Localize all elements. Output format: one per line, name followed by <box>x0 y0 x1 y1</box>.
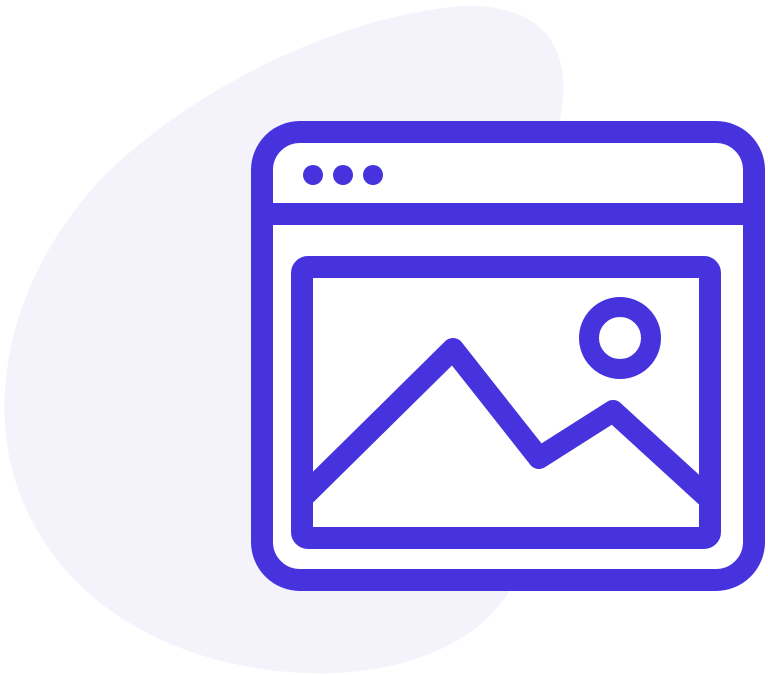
window-dot-icon <box>363 165 383 185</box>
illustration-stage <box>0 0 768 675</box>
browser-image-illustration <box>4 5 765 674</box>
window-dot-icon <box>333 165 353 185</box>
browser-window-frame <box>251 121 765 591</box>
window-dot-icon <box>303 165 323 185</box>
